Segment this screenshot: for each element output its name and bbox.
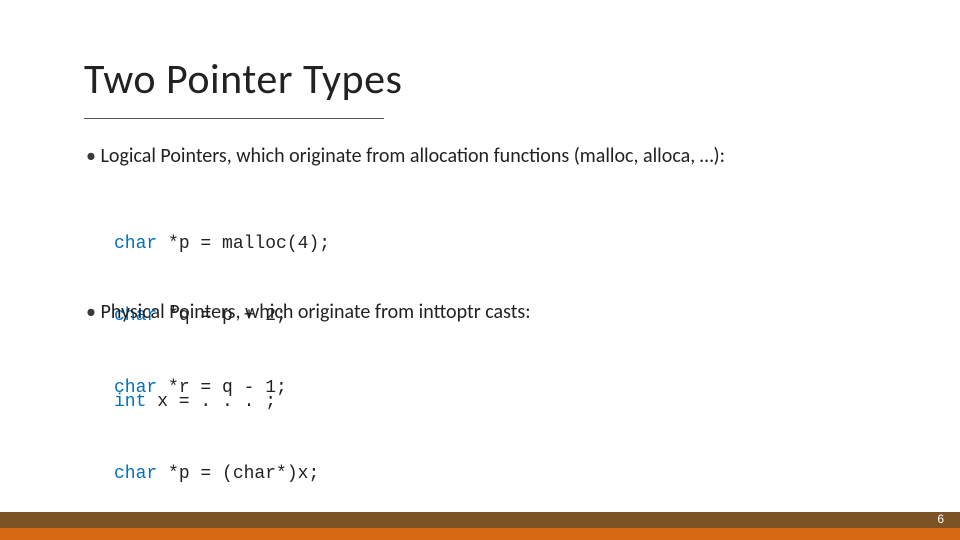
code-line: char *p = (char*)x; xyxy=(114,462,319,486)
code-text: x = . . . ; xyxy=(146,392,276,412)
bullet-logical-pointers: Logical Pointers, which originate from a… xyxy=(86,144,725,168)
code-line: char *p = malloc(4); xyxy=(114,232,330,256)
footer-stripe-orange xyxy=(0,528,960,540)
keyword: char xyxy=(114,234,157,254)
keyword: int xyxy=(114,392,146,412)
code-line: int x = . . . ; xyxy=(114,390,319,414)
code-block-physical: int x = . . . ; char *p = (char*)x; char… xyxy=(114,342,319,540)
slide-title: Two Pointer Types xyxy=(84,54,402,105)
keyword: char xyxy=(114,464,157,484)
code-text: *p = (char*)x; xyxy=(157,464,319,484)
footer: 6 xyxy=(0,512,960,540)
title-underline xyxy=(84,118,384,119)
slide: Two Pointer Types Logical Pointers, whic… xyxy=(0,0,960,540)
bullet-physical-pointers: Physical Pointers, which originate from … xyxy=(86,300,531,324)
code-text: *p = malloc(4); xyxy=(157,234,330,254)
page-number: 6 xyxy=(937,512,944,526)
